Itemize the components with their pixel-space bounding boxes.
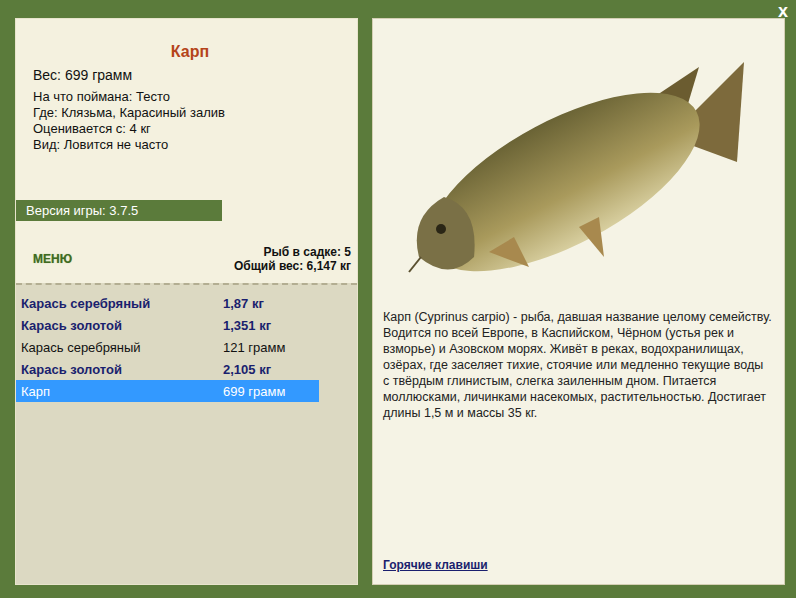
menu-button[interactable]: МЕНЮ (33, 252, 72, 266)
fish-detail: Вид: Ловится не часто (33, 137, 347, 153)
description-panel: Карп (Cyprinus carpio) - рыба, давшая на… (372, 18, 785, 585)
carp-photo (399, 57, 749, 282)
catch-weight: 1,351 кг (223, 318, 271, 333)
fish-description: Карп (Cyprinus carpio) - рыба, давшая на… (383, 309, 772, 421)
catch-list: Карась серебряный1,87 кгКарась золотой1,… (16, 283, 357, 584)
catch-row[interactable]: Карась серебряный1,87 кг (16, 292, 319, 314)
fish-detail: Где: Клязьма, Карасиный залив (33, 105, 347, 121)
info-panel: Карп Вес: 699 грамм На что поймана: ТестоГ… (15, 18, 358, 585)
catch-name: Карась золотой (16, 318, 223, 333)
fish-title: Карп (33, 43, 347, 61)
catch-row[interactable]: Карась серебряный121 грамм (16, 336, 319, 358)
catch-name: Карп (16, 384, 223, 399)
catch-name: Карась серебряный (16, 296, 223, 311)
hotkeys-link[interactable]: Горячие клавиши (383, 558, 772, 572)
catch-row[interactable]: Карп699 грамм (16, 380, 319, 402)
catch-weight: 2,105 кг (223, 362, 271, 377)
menu-row: МЕНЮ Рыб в садке: 5Общий вес: 6,147 кг (16, 221, 357, 283)
catch-name: Карась золотой (16, 362, 223, 377)
stat-line: Общий вес: 6,147 кг (234, 259, 351, 273)
catch-name: Карась серебряный (16, 340, 223, 355)
catch-weight: 1,87 кг (223, 296, 264, 311)
version-bar: Версия игры: 3.7.5 (16, 200, 222, 221)
catch-weight: 699 грамм (223, 384, 285, 399)
catch-row[interactable]: Карась золотой2,105 кг (16, 358, 319, 380)
close-button[interactable]: x (778, 1, 788, 22)
stat-line: Рыб в садке: 5 (234, 245, 351, 259)
fish-info-screen: КарпВес: 699 граммНа что поймана: ТестоГ… (0, 0, 796, 598)
fish-detail: На что поймана: Тесто (33, 89, 347, 105)
photo-area (383, 19, 772, 289)
fish-weight: Вес: 699 грамм (33, 67, 347, 83)
catch-row[interactable]: Карась золотой1,351 кг (16, 314, 319, 336)
catch-weight: 121 грамм (223, 340, 285, 355)
keepnet-stats: Рыб в садке: 5Общий вес: 6,147 кг (234, 245, 351, 273)
fish-info: Карп Вес: 699 грамм На что поймана: ТестоГ… (16, 19, 357, 153)
fish-detail: Оценивается с: 4 кг (33, 121, 347, 137)
